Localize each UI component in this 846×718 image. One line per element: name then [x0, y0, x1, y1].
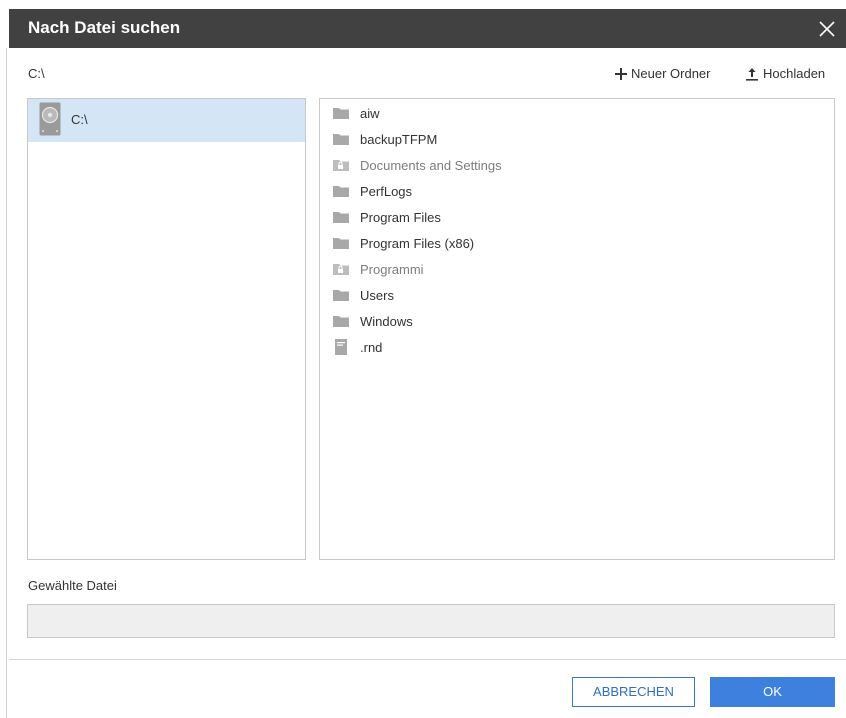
upload-button[interactable]: Hochladen — [745, 66, 825, 81]
file-name: PerfLogs — [360, 183, 413, 199]
selected-file-label: Gewählte Datei — [28, 578, 117, 593]
list-item-file[interactable]: .rnd — [332, 336, 382, 358]
tree-item-label: C:\ — [71, 112, 88, 127]
list-item-folder[interactable]: aiw — [332, 102, 380, 124]
file-icon — [335, 339, 347, 355]
close-icon — [819, 21, 835, 37]
list-item-folder[interactable]: Users — [332, 284, 394, 306]
folder-icon — [333, 238, 349, 249]
list-item-locked-folder[interactable]: Programmi — [332, 258, 424, 280]
file-name: Users — [360, 287, 394, 303]
list-item-folder[interactable]: Windows — [332, 310, 413, 332]
list-item-folder[interactable]: backupTFPM — [332, 128, 437, 150]
locked-folder-icon — [333, 160, 349, 171]
footer-divider — [9, 659, 846, 660]
folder-icon — [333, 186, 349, 197]
file-list: aiw backupTFPM Documents and Settings Pe… — [319, 98, 835, 560]
file-name: aiw — [360, 105, 380, 121]
folder-icon — [333, 134, 349, 145]
folder-icon — [333, 316, 349, 327]
file-name: Programmi — [360, 261, 424, 277]
file-name: Program Files (x86) — [360, 235, 475, 251]
locked-folder-icon — [333, 264, 349, 275]
list-item-locked-folder[interactable]: Documents and Settings — [332, 154, 502, 176]
dialog-titlebar: Nach Datei suchen — [9, 9, 846, 48]
cancel-button[interactable]: ABBRECHEN — [572, 677, 695, 707]
tree-item-c-drive[interactable]: C:\ — [28, 99, 305, 142]
new-folder-label: Neuer Ordner — [631, 66, 711, 81]
list-item-folder[interactable]: Program Files — [332, 206, 441, 228]
folder-icon — [333, 290, 349, 301]
file-name: Documents and Settings — [360, 157, 502, 173]
window-edge — [6, 48, 7, 718]
folder-icon — [333, 108, 349, 119]
dialog-title: Nach Datei suchen — [28, 18, 181, 37]
close-button[interactable] — [815, 17, 839, 41]
list-item-folder[interactable]: PerfLogs — [332, 180, 412, 202]
drive-icon — [39, 102, 61, 136]
selected-file-field[interactable] — [27, 604, 835, 638]
file-name: Windows — [360, 313, 413, 329]
upload-icon — [746, 67, 758, 81]
folder-icon — [333, 212, 349, 223]
file-name: .rnd — [360, 339, 383, 355]
current-path: C:\ — [28, 66, 45, 81]
file-name: Program Files — [360, 209, 441, 225]
plus-icon — [615, 67, 627, 80]
new-folder-button[interactable]: Neuer Ordner — [615, 66, 710, 81]
file-name: backupTFPM — [360, 131, 438, 147]
list-item-folder[interactable]: Program Files (x86) — [332, 232, 474, 254]
ok-button[interactable]: OK — [710, 677, 835, 707]
folder-tree: C:\ — [27, 98, 306, 560]
upload-label: Hochladen — [763, 66, 826, 81]
